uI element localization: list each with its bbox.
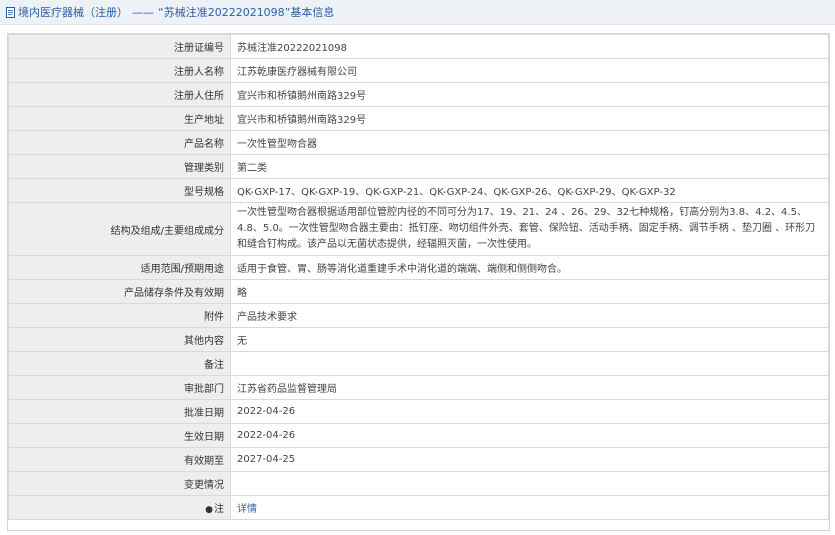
detail-frame: 注册证编号 苏械注准20222021098 注册人名称 江苏乾康医疗器械有限公司… <box>7 33 830 531</box>
row-value: 2022-04-26 <box>230 399 829 424</box>
header-dash: —— <box>132 5 154 19</box>
row-label: 产品储存条件及有效期 <box>8 279 231 304</box>
table-row: 适用范围/预期用途 适用于食管、胃、肠等消化道重建手术中消化道的端端、端侧和侧侧… <box>8 255 829 280</box>
header-title: “苏械注准20222021098”基本信息 <box>158 6 335 19</box>
row-value: 产品技术要求 <box>230 303 829 328</box>
row-label: 生效日期 <box>8 423 231 448</box>
row-value: 一次性管型吻合器根据适用部位管腔内径的不同可分为17、19、21、24 、26、… <box>230 202 829 256</box>
row-value: QK-GXP-17、QK-GXP-19、QK-GXP-21、QK-GXP-24、… <box>230 178 829 203</box>
table-row: 管理类别 第二类 <box>8 154 829 179</box>
header-section: 境内医疗器械（注册） <box>18 6 128 19</box>
row-value <box>230 351 829 376</box>
row-label: 产品名称 <box>8 130 231 155</box>
table-row: 备注 <box>8 351 829 376</box>
row-value: 2027-04-25 <box>230 447 829 472</box>
row-label: 附件 <box>8 303 231 328</box>
row-value: 江苏省药品监督管理局 <box>230 375 829 400</box>
table-row: 注册证编号 苏械注准20222021098 <box>8 34 829 59</box>
row-value: 一次性管型吻合器 <box>230 130 829 155</box>
row-value: 第二类 <box>230 154 829 179</box>
table-row-note: ●注 详情 <box>8 495 829 520</box>
row-label: 批准日期 <box>8 399 231 424</box>
table-row: 有效期至 2027-04-25 <box>8 447 829 472</box>
row-label: 生产地址 <box>8 106 231 131</box>
page-header: 境内医疗器械（注册） —— “苏械注准20222021098”基本信息 <box>0 0 835 25</box>
table-row: 审批部门 江苏省药品监督管理局 <box>8 375 829 400</box>
table-row: 批准日期 2022-04-26 <box>8 399 829 424</box>
row-value: 略 <box>230 279 829 304</box>
table-row: 其他内容 无 <box>8 327 829 352</box>
row-value: 宜兴市和桥镇鹅州南路329号 <box>230 82 829 107</box>
row-label: 有效期至 <box>8 447 231 472</box>
row-label: 审批部门 <box>8 375 231 400</box>
row-value: 苏械注准20222021098 <box>230 34 829 59</box>
detail-table: 注册证编号 苏械注准20222021098 注册人名称 江苏乾康医疗器械有限公司… <box>8 34 829 520</box>
table-row: 注册人名称 江苏乾康医疗器械有限公司 <box>8 58 829 83</box>
row-value: 2022-04-26 <box>230 423 829 448</box>
row-label: 备注 <box>8 351 231 376</box>
row-value: 江苏乾康医疗器械有限公司 <box>230 58 829 83</box>
row-label: 其他内容 <box>8 327 231 352</box>
details-link[interactable]: 详情 <box>237 504 257 515</box>
note-label: 注 <box>214 504 224 515</box>
row-label: 变更情况 <box>8 471 231 496</box>
row-label: 管理类别 <box>8 154 231 179</box>
row-label: 注册人名称 <box>8 58 231 83</box>
table-row: 结构及组成/主要组成成分 一次性管型吻合器根据适用部位管腔内径的不同可分为17、… <box>8 202 829 256</box>
table-row: 生产地址 宜兴市和桥镇鹅州南路329号 <box>8 106 829 131</box>
note-label-cell: ●注 <box>8 495 231 520</box>
note-value-cell: 详情 <box>230 495 829 520</box>
row-value: 适用于食管、胃、肠等消化道重建手术中消化道的端端、端侧和侧侧吻合。 <box>230 255 829 280</box>
table-row: 附件 产品技术要求 <box>8 303 829 328</box>
row-label: 型号规格 <box>8 178 231 203</box>
note-bullet-icon: ● <box>205 505 213 515</box>
row-label: 注册人住所 <box>8 82 231 107</box>
table-row: 生效日期 2022-04-26 <box>8 423 829 448</box>
table-row: 产品名称 一次性管型吻合器 <box>8 130 829 155</box>
row-value: 无 <box>230 327 829 352</box>
row-label: 结构及组成/主要组成成分 <box>8 202 231 256</box>
table-row: 产品储存条件及有效期 略 <box>8 279 829 304</box>
row-value <box>230 471 829 496</box>
row-label: 适用范围/预期用途 <box>8 255 231 280</box>
table-row: 型号规格 QK-GXP-17、QK-GXP-19、QK-GXP-21、QK-GX… <box>8 178 829 203</box>
table-row: 注册人住所 宜兴市和桥镇鹅州南路329号 <box>8 82 829 107</box>
table-row: 变更情况 <box>8 471 829 496</box>
row-label: 注册证编号 <box>8 34 231 59</box>
document-icon <box>6 6 15 18</box>
row-value: 宜兴市和桥镇鹅州南路329号 <box>230 106 829 131</box>
